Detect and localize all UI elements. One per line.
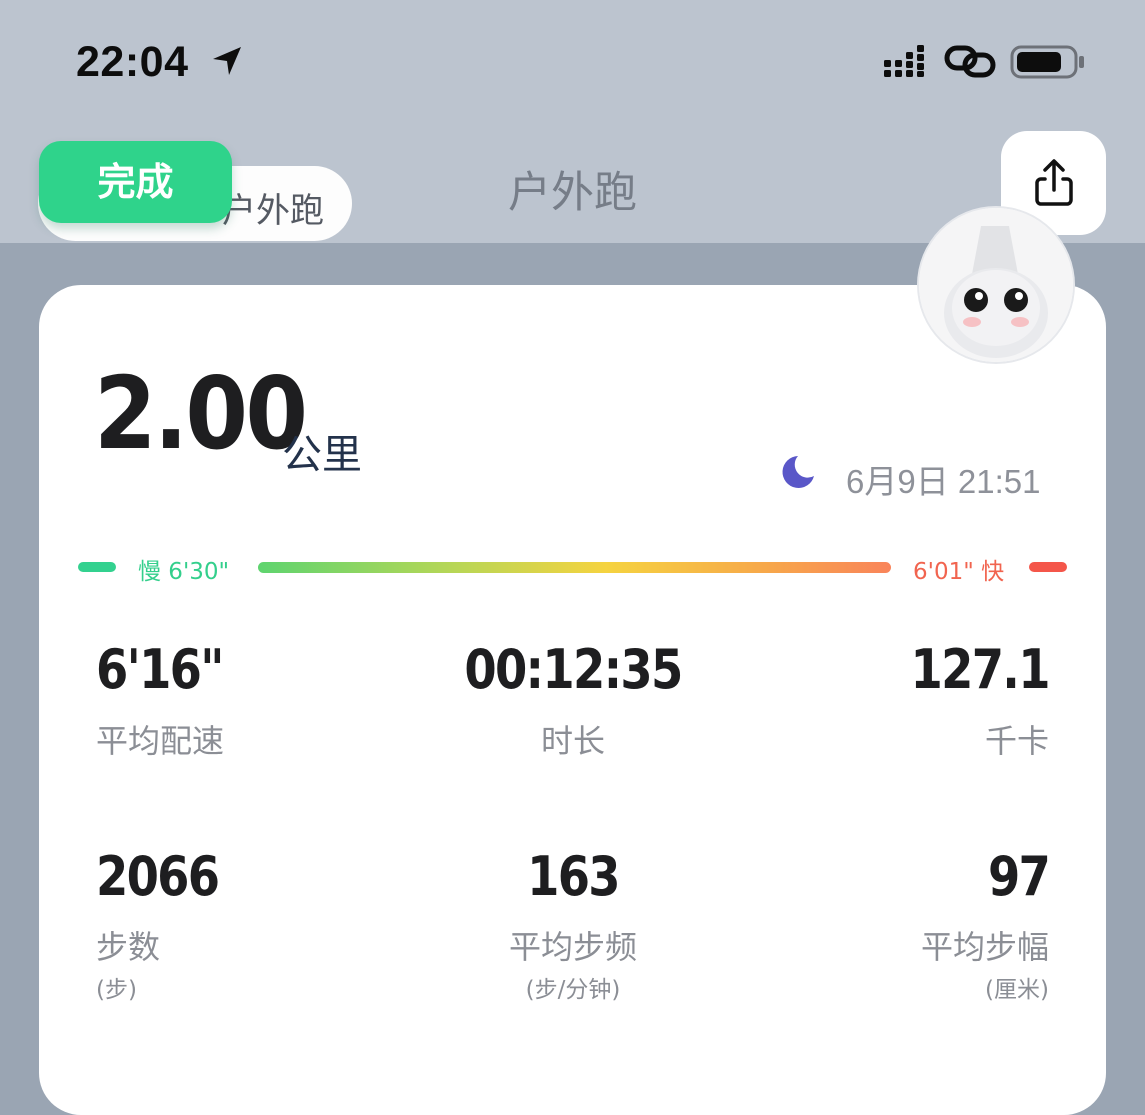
calories-label: 千卡 (984, 722, 1049, 760)
cadence-value: 163 (527, 845, 621, 908)
location-arrow-icon (213, 47, 241, 75)
moon-icon (782, 456, 814, 488)
avg-pace-label: 平均配速 (96, 722, 225, 760)
record-datetime: 6月9日 21:51 (846, 463, 1041, 500)
pace-fast-label: 6'01" 快 (913, 559, 1005, 585)
status-time: 22:04 (76, 38, 189, 86)
stride-label: 平均步幅 (920, 928, 1049, 966)
share-icon (1035, 159, 1073, 206)
steps-unit: (步) (96, 977, 137, 1003)
stride-value: 97 (987, 845, 1051, 908)
duration-value: 00:12:35 (464, 638, 683, 701)
mascot-avatar[interactable] (919, 208, 1073, 362)
distance-unit: 公里 (282, 432, 362, 478)
pace-fast-marker (1029, 562, 1067, 572)
avg-pace-value: 6'16" (96, 638, 224, 701)
calories-value: 127.1 (910, 638, 1051, 701)
link-icon (944, 45, 996, 78)
battery-icon (1010, 45, 1084, 79)
stride-unit: (厘米) (985, 977, 1049, 1003)
pace-slow-marker (78, 562, 116, 572)
steps-value: 2066 (96, 845, 220, 908)
distance-value: 2.00 (94, 355, 308, 472)
steps-label: 步数 (96, 928, 161, 966)
duration-label: 时长 (540, 722, 605, 760)
pace-slow-label: 慢 6'30" (138, 559, 230, 585)
pace-gradient-bar (258, 562, 891, 573)
cadence-label: 平均步频 (508, 928, 637, 966)
signal-icon (884, 45, 924, 77)
cadence-unit: (步/分钟) (525, 977, 621, 1003)
